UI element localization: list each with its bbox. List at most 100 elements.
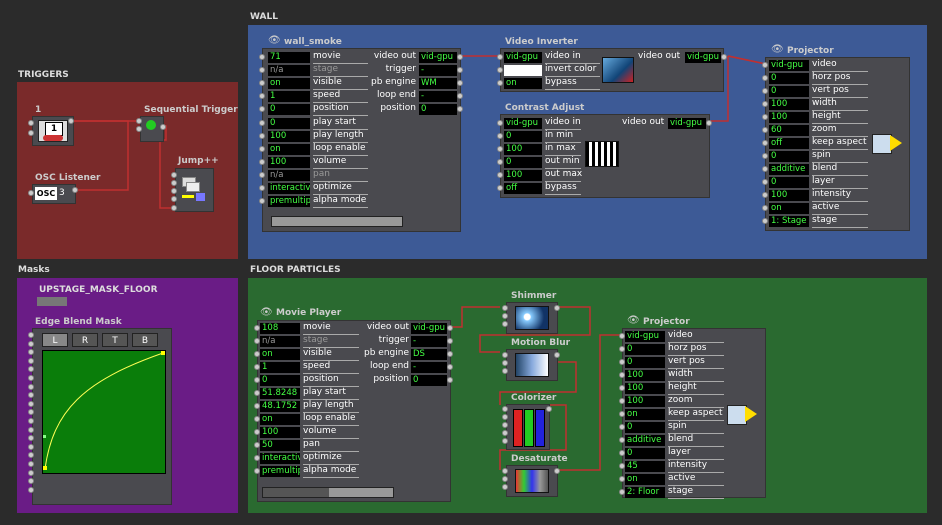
contrast-adjust-input-value[interactable]: vid-gpu: [504, 118, 542, 129]
floor-projector-input-port[interactable]: [619, 385, 625, 391]
wall-projector-input-value[interactable]: 100: [769, 112, 809, 123]
video-inverter-input-port[interactable]: [497, 67, 503, 73]
seq-in-port-2[interactable]: [136, 126, 142, 132]
wall-smoke-input-value[interactable]: 1: [268, 91, 310, 103]
motion-blur-actor[interactable]: [506, 349, 558, 381]
movie-player-input-value[interactable]: on: [260, 349, 300, 360]
wall-smoke-output-value[interactable]: WM: [419, 78, 457, 90]
osc-channel-value[interactable]: 3: [59, 188, 65, 198]
wall-smoke-actor[interactable]: 71 movie n/a stage on visible 1 speed 0 position 0…: [259, 48, 463, 232]
floor-projector-input-port[interactable]: [619, 463, 625, 469]
wall-projector-input-value[interactable]: vid-gpu: [769, 60, 809, 71]
wall-smoke-input-port[interactable]: [259, 171, 265, 178]
shimmer-in-port-2[interactable]: [502, 313, 508, 319]
jump-in-port-1[interactable]: [171, 172, 177, 178]
desaturate-actor[interactable]: [506, 465, 558, 497]
contrast-adjust-actor[interactable]: vid-gpu video in 0 in min 100 in max 0 out min 1…: [497, 114, 712, 198]
video-inverter-output-value[interactable]: vid-gpu: [685, 52, 721, 63]
movie-player-input-port[interactable]: [254, 442, 260, 448]
wall-projector-input-port[interactable]: [762, 114, 768, 120]
edge-blend-input-port[interactable]: [28, 461, 34, 467]
movie-player-input-port[interactable]: [254, 338, 260, 344]
eye-icon[interactable]: 👁: [260, 307, 273, 318]
floor-projector-input-port[interactable]: [619, 437, 625, 443]
movie-player-input-value[interactable]: 108: [260, 323, 300, 334]
contrast-adjust-input-port[interactable]: [497, 172, 503, 178]
edge-blend-curve-editor[interactable]: [42, 350, 166, 474]
floor-projector-input-value[interactable]: 0: [625, 422, 665, 433]
wall-projector-input-port[interactable]: [762, 205, 768, 211]
wall-smoke-input-port[interactable]: [259, 54, 265, 60]
video-inverter-input-value[interactable]: on: [504, 78, 542, 89]
movie-player-output-value[interactable]: -: [411, 362, 447, 373]
floor-projector-input-value[interactable]: 100: [625, 370, 665, 381]
video-inverter-input-port[interactable]: [497, 54, 503, 60]
video-inverter-input-port[interactable]: [497, 80, 503, 86]
osc-listener-actor[interactable]: OSC 3: [32, 184, 76, 204]
movie-player-input-value[interactable]: 50: [260, 440, 300, 451]
shimmer-in-port[interactable]: [502, 305, 508, 311]
keyboard-out-port[interactable]: [68, 118, 74, 124]
wall-projector-input-port[interactable]: [762, 101, 768, 107]
edge-blend-input-port[interactable]: [28, 332, 34, 338]
floor-projector-input-port[interactable]: [619, 411, 625, 417]
wall-smoke-input-value[interactable]: 0: [268, 117, 310, 129]
wall-projector-input-port[interactable]: [762, 166, 768, 172]
wall-projector-input-value[interactable]: additive: [769, 164, 809, 175]
shimmer-in-port-3[interactable]: [502, 321, 508, 327]
wall-smoke-output-value[interactable]: -: [419, 65, 457, 77]
colorizer-in-port[interactable]: [502, 406, 508, 412]
keyboard-in-port[interactable]: [28, 120, 34, 126]
contrast-adjust-input-port[interactable]: [497, 159, 503, 165]
wall-smoke-input-value[interactable]: on: [268, 78, 310, 90]
wall-smoke-input-port[interactable]: [259, 132, 265, 139]
mask-edge-button-t[interactable]: T: [102, 333, 128, 347]
floor-projector-input-port[interactable]: [619, 398, 625, 404]
wall-smoke-input-port[interactable]: [259, 119, 265, 126]
wall-projector-input-value[interactable]: 0: [769, 86, 809, 97]
movie-player-output-port[interactable]: [447, 364, 453, 370]
wall-smoke-input-port[interactable]: [259, 93, 265, 100]
wall-projector-input-value[interactable]: 100: [769, 99, 809, 110]
floor-projector-input-value[interactable]: 100: [625, 383, 665, 394]
video-inverter-input-value[interactable]: [504, 65, 542, 76]
floor-projector-input-port[interactable]: [619, 489, 625, 495]
movie-player-input-value[interactable]: interactive: [260, 453, 300, 464]
floor-projector-input-port[interactable]: [619, 359, 625, 365]
movie-player-actor[interactable]: 108 movie n/a stage on visible 1 speed 0 position…: [254, 320, 453, 502]
motion-blur-out-port[interactable]: [554, 352, 560, 358]
floor-projector-input-value[interactable]: vid-gpu: [625, 331, 665, 342]
wall-projector-input-value[interactable]: 1: Stage: [769, 216, 809, 227]
mask-name-field[interactable]: [37, 297, 67, 306]
edge-blend-input-port[interactable]: [28, 357, 34, 364]
contrast-adjust-input-value[interactable]: 100: [504, 170, 542, 181]
edge-blend-input-port[interactable]: [28, 340, 34, 347]
floor-projector-input-value[interactable]: on: [625, 409, 665, 420]
wall-smoke-input-port[interactable]: [259, 67, 265, 74]
wall-projector-actor[interactable]: vid-gpu video 0 horz pos 0 vert pos 100 width 10…: [762, 57, 910, 231]
wall-smoke-input-port[interactable]: [259, 185, 265, 191]
movie-player-input-port[interactable]: [254, 377, 260, 383]
movie-player-progress-bar[interactable]: [262, 487, 394, 498]
edge-blend-mask-actor[interactable]: LRTB: [32, 328, 172, 505]
wall-projector-input-value[interactable]: 0: [769, 177, 809, 188]
floor-projector-input-value[interactable]: 45: [625, 461, 665, 472]
wall-smoke-progress-bar[interactable]: [271, 216, 403, 227]
wall-smoke-input-value[interactable]: interactive: [268, 183, 310, 194]
movie-player-output-port[interactable]: [447, 338, 453, 344]
edge-blend-input-port[interactable]: [28, 375, 34, 381]
jump-in-port-3[interactable]: [171, 188, 177, 194]
video-inverter-input-value[interactable]: vid-gpu: [504, 52, 542, 63]
eye-icon[interactable]: 👁: [268, 35, 281, 46]
contrast-adjust-input-value[interactable]: 100: [504, 144, 542, 155]
wall-projector-input-port[interactable]: [762, 62, 768, 68]
shimmer-actor[interactable]: [506, 302, 558, 334]
shimmer-out-port[interactable]: [554, 305, 560, 311]
movie-player-output-value[interactable]: 0: [411, 375, 447, 386]
contrast-adjust-input-value[interactable]: 0: [504, 157, 542, 168]
wall-smoke-input-value[interactable]: 0: [268, 104, 310, 116]
edge-blend-input-port[interactable]: [28, 443, 34, 450]
edge-blend-input-port[interactable]: [28, 400, 34, 407]
contrast-adjust-input-value[interactable]: off: [504, 183, 542, 194]
wall-projector-input-port[interactable]: [762, 88, 768, 94]
